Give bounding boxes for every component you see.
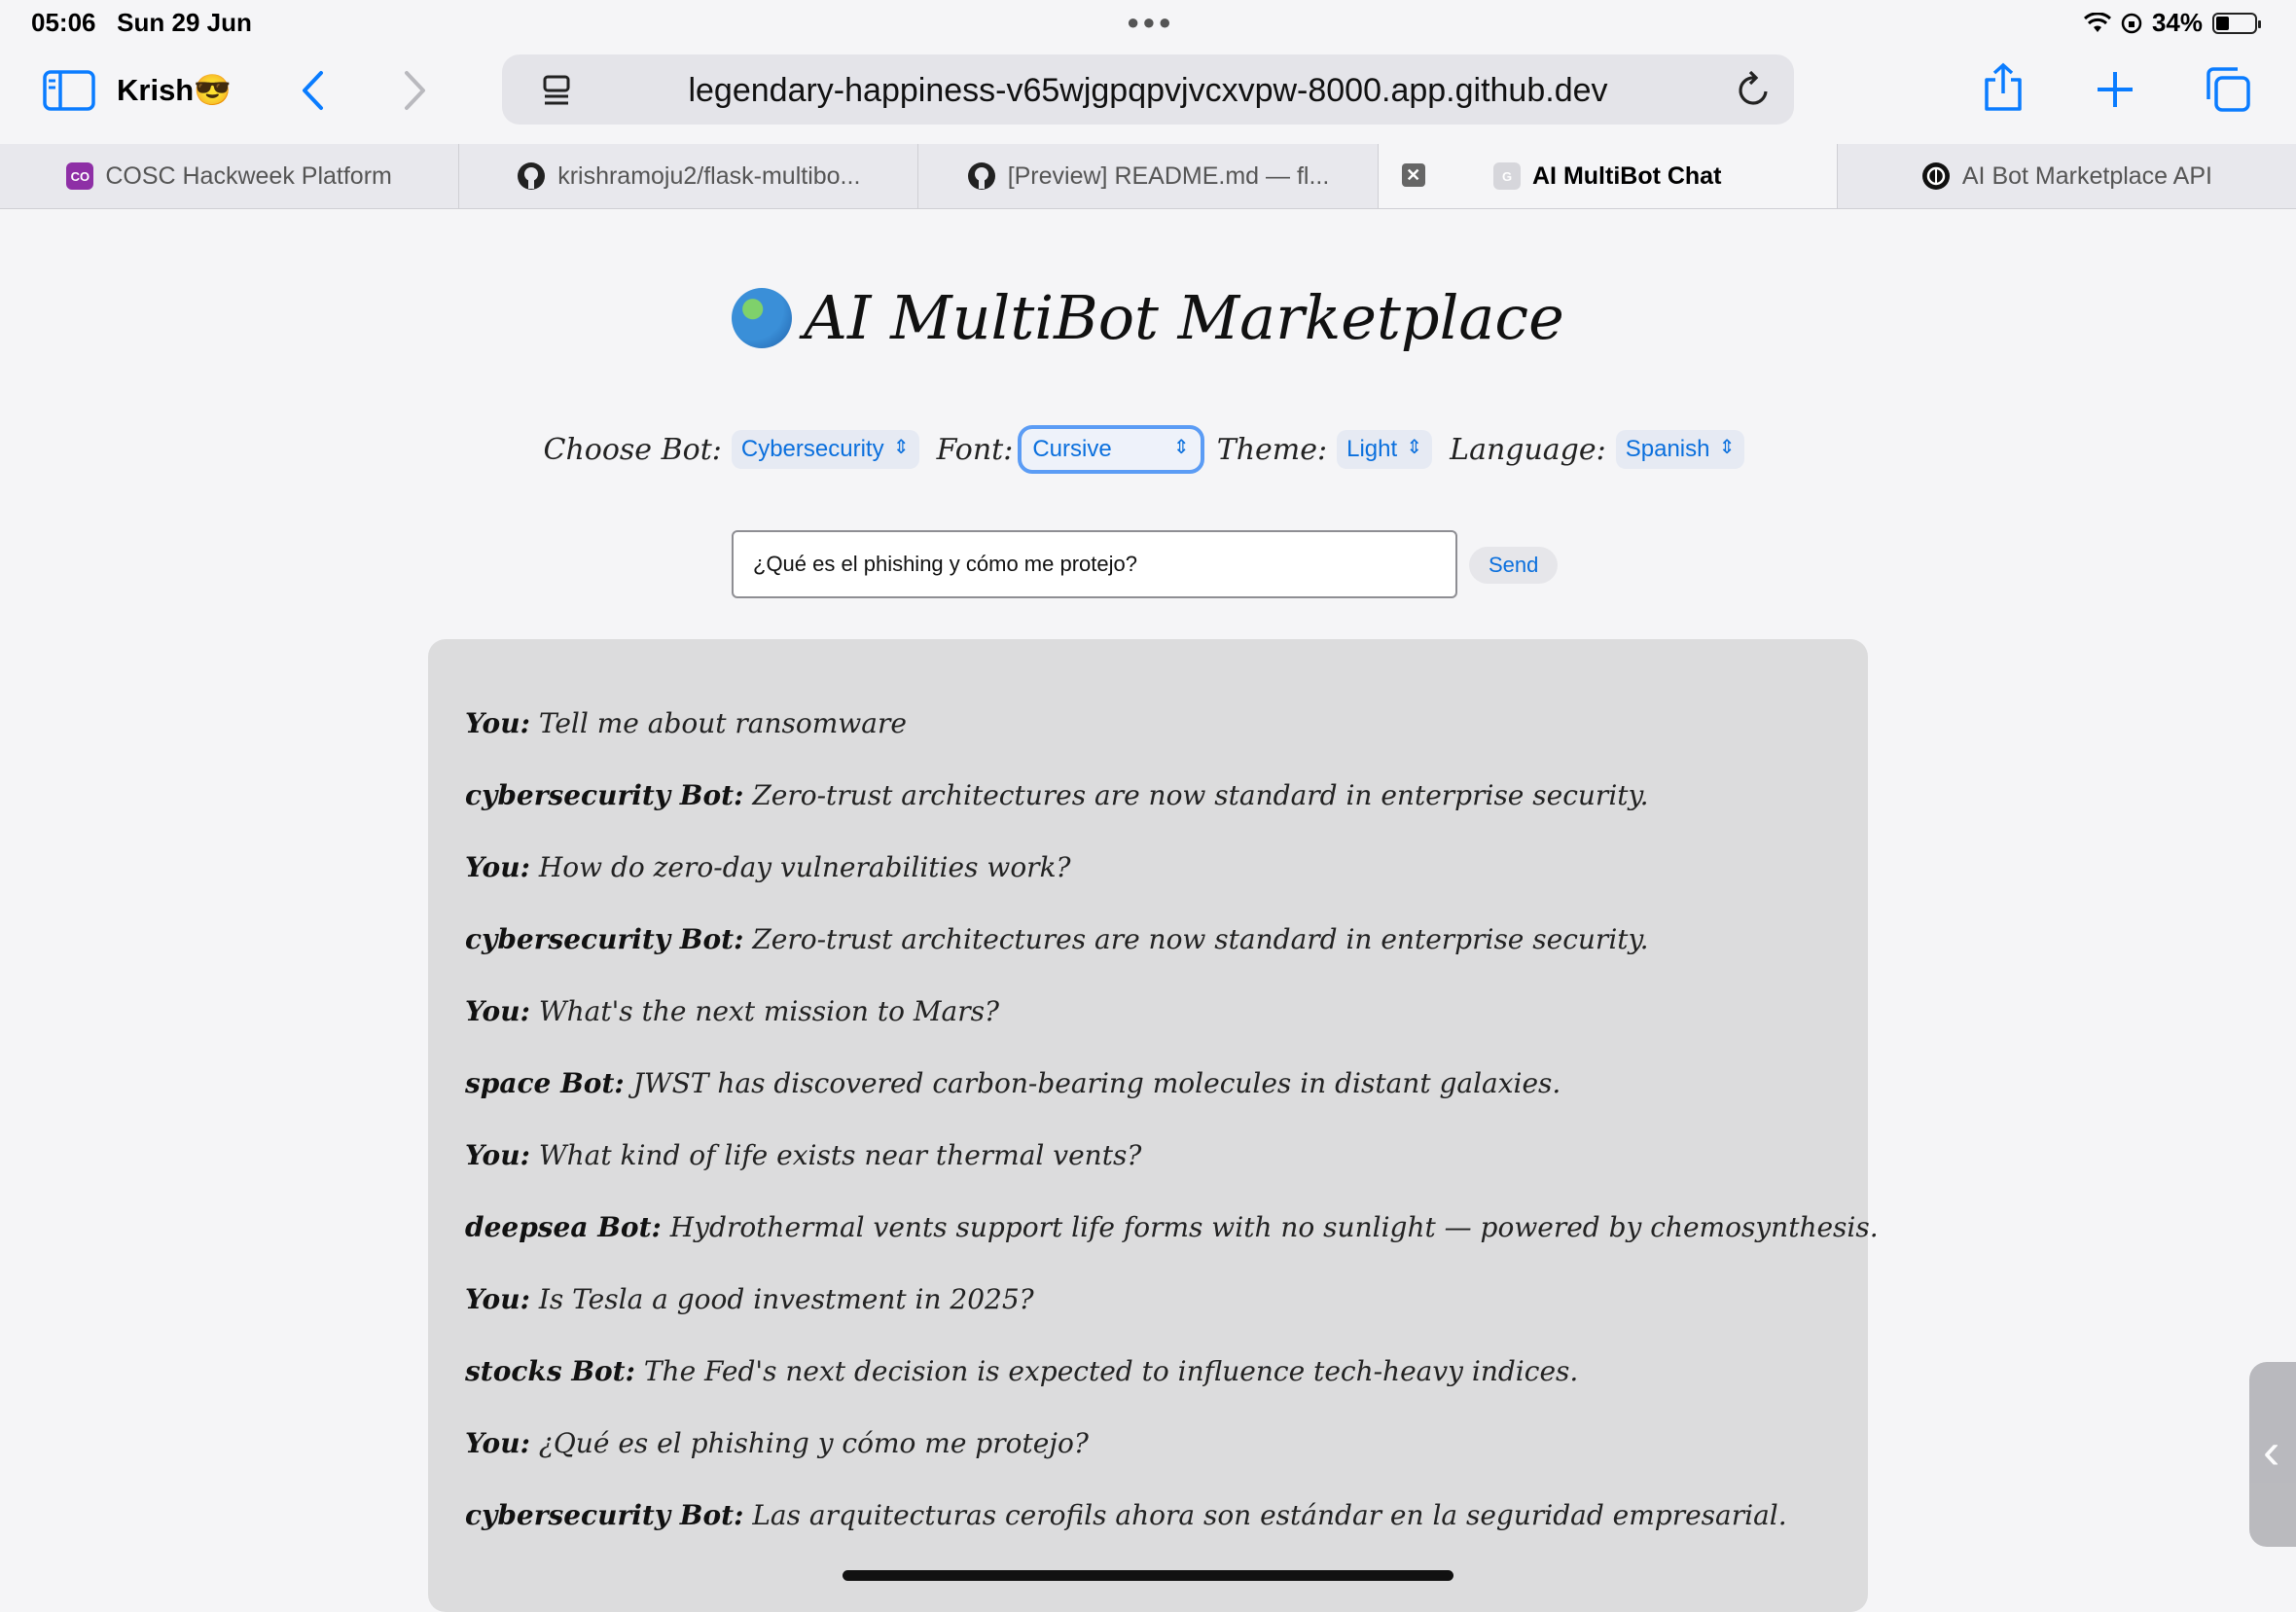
page-title: AI MultiBot Marketplace	[0, 282, 2296, 353]
chat-message: You: What kind of life exists near therm…	[465, 1139, 1142, 1171]
theme-select[interactable]: Light	[1337, 430, 1433, 469]
tab-bot-marketplace-api[interactable]: AI Bot Marketplace API	[1838, 144, 2296, 208]
chat-message: You: Is Tesla a good investment in 2025?	[465, 1283, 1034, 1315]
language-select[interactable]: Spanish	[1615, 430, 1745, 469]
orientation-lock-icon	[2121, 13, 2142, 33]
send-button[interactable]: Send	[1469, 547, 1559, 584]
battery-percent: 34%	[2151, 8, 2203, 37]
g-favicon-icon: G	[1493, 162, 1521, 190]
theme-label: Theme:	[1216, 432, 1328, 467]
home-indicator[interactable]	[843, 1570, 1453, 1581]
globe-icon	[732, 288, 793, 348]
side-panel-handle[interactable]: ‹	[2249, 1362, 2296, 1547]
reload-icon[interactable]	[1736, 70, 1773, 109]
chat-message: deepsea Bot: Hydrothermal vents support …	[465, 1211, 1879, 1243]
chat-message: You: Tell me about ransomware	[465, 707, 907, 739]
chat-message: You: What's the next mission to Mars?	[465, 995, 999, 1027]
status-right: 34%	[2083, 8, 2261, 38]
chat-message: You: How do zero-day vulnerabilities wor…	[465, 851, 1071, 883]
controls-row: Choose Bot: Cybersecurity Font: Cursive …	[0, 425, 2296, 474]
new-tab-icon[interactable]	[2096, 70, 2135, 109]
github-icon	[518, 162, 546, 190]
multitasking-dots-icon[interactable]: ●●●	[1127, 10, 1174, 35]
close-tab-icon[interactable]: ✕	[1401, 163, 1425, 187]
message-input[interactable]: ¿Qué es el phishing y cómo me protejo?	[732, 530, 1457, 598]
tab-label: krishramoju2/flask-multibo...	[557, 161, 861, 190]
status-time: 05:06 Sun 29 Jun	[31, 8, 252, 37]
profile-name[interactable]: Krish😎	[117, 72, 232, 108]
chat-message: You: ¿Qué es el phishing y cómo me prote…	[465, 1427, 1089, 1459]
openai-icon	[1921, 162, 1950, 190]
url-text: legendary-happiness-v65wjgpqpvjvcxvpw-80…	[688, 72, 1608, 109]
tab-multibot-chat[interactable]: ✕ G AI MultiBot Chat	[1378, 144, 1838, 208]
chevron-left-icon: ‹	[2263, 1423, 2280, 1480]
cosc-favicon-icon: CO	[66, 162, 94, 190]
status-bar: 05:06 Sun 29 Jun ●●● 34%	[0, 0, 2296, 45]
tab-label: COSC Hackweek Platform	[105, 161, 392, 190]
tab-label: [Preview] README.md — fl...	[1007, 161, 1330, 190]
bot-label: Choose Bot:	[543, 432, 722, 467]
tab-github-repo[interactable]: krishramoju2/flask-multibo...	[459, 144, 919, 208]
forward-icon[interactable]	[403, 70, 428, 111]
chat-message: space Bot: JWST has discovered carbon-be…	[465, 1067, 1561, 1099]
tab-readme-preview[interactable]: [Preview] README.md — fl...	[918, 144, 1379, 208]
chat-message: cybersecurity Bot: Las arquitecturas cer…	[465, 1499, 1787, 1531]
address-bar[interactable]: legendary-happiness-v65wjgpqpvjvcxvpw-80…	[502, 54, 1794, 125]
chat-message: cybersecurity Bot: Zero-trust architectu…	[465, 779, 1649, 811]
chat-message: stocks Bot: The Fed's next decision is e…	[465, 1355, 1579, 1387]
page-title-text: AI MultiBot Marketplace	[804, 282, 1564, 353]
language-label: Language:	[1450, 432, 1606, 467]
chat-log: You: Tell me about ransomware cybersecur…	[428, 639, 1879, 1612]
tab-overview-icon[interactable]	[2205, 66, 2251, 113]
tab-cosc[interactable]: CO COSC Hackweek Platform	[0, 144, 460, 208]
battery-icon	[2212, 12, 2261, 34]
bot-select[interactable]: Cybersecurity	[731, 430, 919, 469]
chat-message: cybersecurity Bot: Zero-trust architectu…	[465, 923, 1649, 955]
tab-label: AI MultiBot Chat	[1532, 161, 1722, 190]
wifi-icon	[2083, 12, 2111, 32]
tab-bar: CO COSC Hackweek Platform krishramoju2/f…	[0, 144, 2296, 209]
sidebar-icon[interactable]	[43, 70, 95, 111]
font-label: Font:	[936, 432, 1014, 467]
font-select[interactable]: Cursive	[1018, 425, 1204, 474]
back-icon[interactable]	[300, 70, 325, 111]
tab-label: AI Bot Marketplace API	[1961, 161, 2212, 190]
share-icon[interactable]	[1981, 62, 2026, 113]
github-icon	[967, 162, 995, 190]
